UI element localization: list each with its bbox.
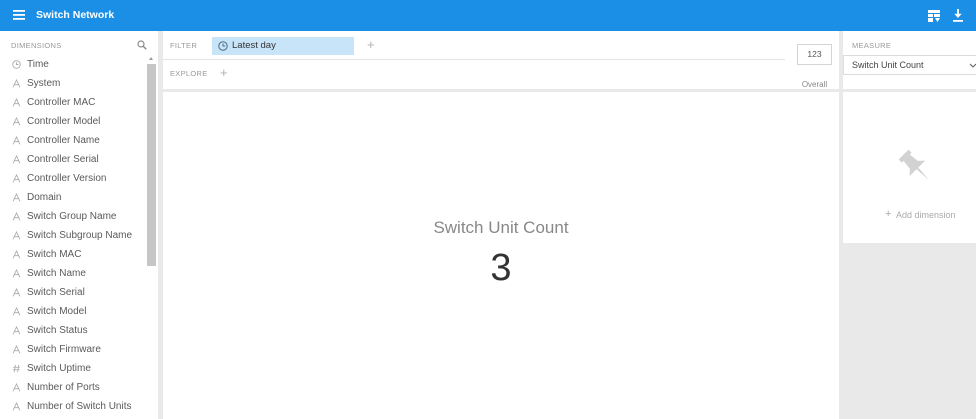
dimensions-header: DIMENSIONS bbox=[11, 41, 62, 50]
add-dimension-label: Add dimension bbox=[896, 210, 956, 220]
pin-icon bbox=[899, 150, 930, 181]
filter-pill-label: Latest day bbox=[232, 40, 276, 51]
dimension-item-switch-model[interactable]: Switch Model bbox=[0, 302, 146, 321]
dimension-item-switch-subgroup-name[interactable]: Switch Subgroup Name bbox=[0, 226, 146, 245]
dimension-item-switch-mac[interactable]: Switch MAC bbox=[0, 245, 146, 264]
download-icon bbox=[953, 9, 963, 22]
dimension-item-system[interactable]: System bbox=[0, 74, 146, 93]
string-type-icon bbox=[12, 383, 21, 392]
string-type-icon bbox=[12, 269, 21, 278]
top-bar: Switch Network bbox=[0, 0, 976, 31]
string-type-icon bbox=[12, 288, 21, 297]
plus-icon: + bbox=[885, 208, 892, 220]
string-type-icon bbox=[12, 98, 21, 107]
menu-button[interactable] bbox=[13, 10, 25, 21]
dimension-label: Domain bbox=[27, 191, 62, 203]
measure-label: MEASURE bbox=[852, 41, 892, 50]
add-explore-button[interactable]: + bbox=[220, 66, 228, 80]
filter-pill-latest-day[interactable]: Latest day bbox=[212, 37, 354, 55]
string-type-icon bbox=[12, 345, 21, 354]
dimension-item-switch-uptime[interactable]: Switch Uptime bbox=[0, 359, 146, 378]
clock-icon bbox=[218, 41, 228, 51]
dimension-label: Controller Name bbox=[27, 134, 100, 146]
dimension-item-controller-mac[interactable]: Controller MAC bbox=[0, 93, 146, 112]
dimension-label: Switch Firmware bbox=[27, 343, 101, 355]
dimension-label: Switch Model bbox=[27, 305, 87, 317]
divider bbox=[163, 59, 785, 60]
number-type-icon bbox=[12, 364, 21, 373]
string-type-icon bbox=[12, 79, 21, 88]
string-type-icon bbox=[12, 136, 21, 145]
dimension-label: Switch Uptime bbox=[27, 362, 91, 374]
dimension-label: Switch Group Name bbox=[27, 210, 117, 222]
string-type-icon bbox=[12, 117, 21, 126]
dimension-label: System bbox=[27, 77, 61, 89]
dimension-item-switch-name[interactable]: Switch Name bbox=[0, 264, 146, 283]
string-type-icon bbox=[12, 326, 21, 335]
string-type-icon bbox=[12, 402, 21, 411]
chevron-down-icon bbox=[969, 63, 976, 68]
dimension-item-controller-model[interactable]: Controller Model bbox=[0, 112, 146, 131]
search-icon bbox=[137, 40, 147, 50]
dimensions-search-button[interactable] bbox=[137, 40, 147, 50]
dimension-item-switch-firmware[interactable]: Switch Firmware bbox=[0, 340, 146, 359]
filter-explore-panel: FILTER Latest day + EXPLORE + 123 Overal… bbox=[163, 31, 839, 89]
measure-value: 3 bbox=[490, 247, 512, 289]
dimension-item-switch-status[interactable]: Switch Status bbox=[0, 321, 146, 340]
dimension-label: Controller Model bbox=[27, 115, 101, 127]
measure-dropdown[interactable]: Switch Unit Count bbox=[843, 55, 976, 75]
dimension-item-switch-group-name[interactable]: Switch Group Name bbox=[0, 207, 146, 226]
string-type-icon bbox=[12, 193, 21, 202]
clock-icon bbox=[12, 60, 21, 69]
dimension-item-controller-name[interactable]: Controller Name bbox=[0, 131, 146, 150]
explore-label: EXPLORE bbox=[170, 69, 208, 78]
measure-title: Switch Unit Count bbox=[433, 218, 569, 237]
dimension-item-switch-serial[interactable]: Switch Serial bbox=[0, 283, 146, 302]
dimension-label: Switch MAC bbox=[27, 248, 82, 260]
table-view-button[interactable] bbox=[928, 10, 940, 22]
download-button[interactable] bbox=[953, 9, 963, 22]
dimension-label: Number of Ports bbox=[27, 381, 100, 393]
table-view-icon bbox=[928, 10, 940, 22]
dimension-label: Switch Subgroup Name bbox=[27, 229, 133, 241]
string-type-icon bbox=[12, 231, 21, 240]
string-type-icon bbox=[12, 307, 21, 316]
totals-label: Overall bbox=[801, 80, 828, 89]
string-type-icon bbox=[12, 174, 21, 183]
measure-panel: MEASURE Switch Unit Count bbox=[843, 31, 976, 89]
dimensions-scrollbar[interactable] bbox=[146, 53, 157, 419]
dimension-item-number-of-ports[interactable]: Number of Ports bbox=[0, 378, 146, 397]
add-filter-button[interactable]: + bbox=[367, 38, 375, 52]
pinboard-panel: + Add dimension bbox=[843, 92, 976, 243]
hamburger-menu-icon bbox=[13, 10, 25, 20]
visualization-panel: Switch Unit Count 3 bbox=[163, 92, 839, 419]
dimension-label: Switch Name bbox=[27, 267, 86, 279]
dimension-item-controller-version[interactable]: Controller Version bbox=[0, 169, 146, 188]
dimension-item-domain[interactable]: Domain bbox=[0, 188, 146, 207]
dimension-label: Controller Serial bbox=[27, 153, 99, 165]
dimension-label: Number of Switch Units bbox=[27, 400, 132, 412]
dimension-item-controller-serial[interactable]: Controller Serial bbox=[0, 150, 146, 169]
dimension-item-number-of-switch-units[interactable]: Number of Switch Units bbox=[0, 397, 146, 416]
dimension-label: Switch Status bbox=[27, 324, 88, 336]
scroll-up-arrow[interactable] bbox=[149, 57, 153, 60]
string-type-icon bbox=[12, 212, 21, 221]
totals-toggle-button[interactable]: 123 bbox=[797, 44, 832, 65]
dimension-label: Switch Serial bbox=[27, 286, 85, 298]
filter-label: FILTER bbox=[170, 41, 198, 50]
scrollbar-thumb[interactable] bbox=[147, 64, 156, 266]
dimension-item-time[interactable]: Time bbox=[0, 55, 146, 74]
string-type-icon bbox=[12, 250, 21, 259]
string-type-icon bbox=[12, 155, 21, 164]
app-title: Switch Network bbox=[36, 9, 115, 21]
dimension-label: Controller Version bbox=[27, 172, 107, 184]
dimension-label: Time bbox=[27, 58, 49, 70]
dimension-label: Controller MAC bbox=[27, 96, 96, 108]
dimensions-panel: DIMENSIONS Time System Controller MAC Co… bbox=[0, 31, 158, 419]
dimensions-list: Time System Controller MAC Controller Mo… bbox=[0, 55, 146, 416]
measure-selected-value: Switch Unit Count bbox=[852, 60, 924, 70]
